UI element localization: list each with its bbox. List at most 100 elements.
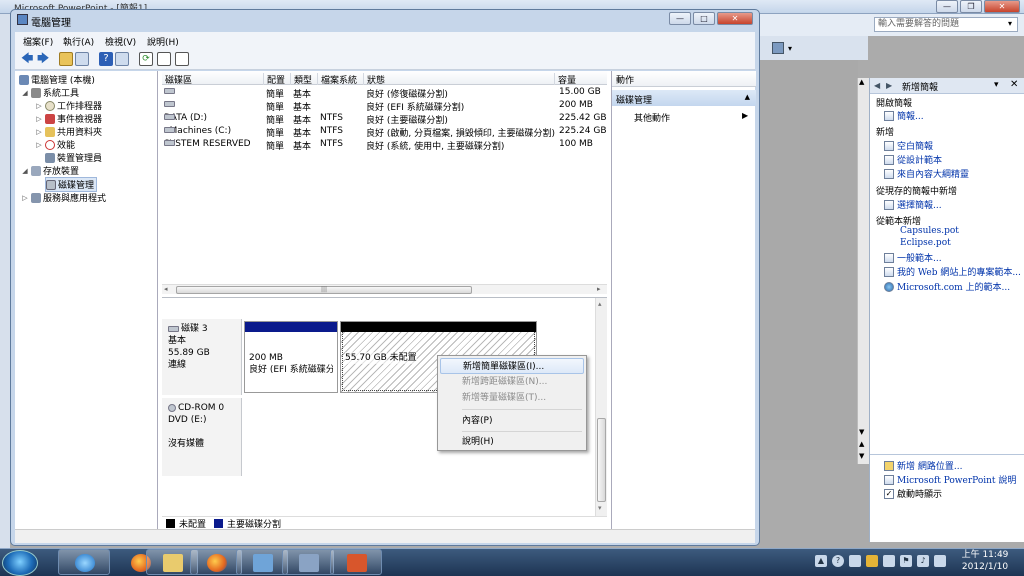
table-row[interactable]: DATA (D:) 簡單 基本 NTFS 良好 (主要磁碟分割) 225.42 GB — [162, 112, 607, 126]
tray-volume-icon[interactable]: ♪ — [917, 555, 929, 567]
link-help[interactable]: Microsoft PowerPoint 說明 — [884, 473, 1016, 486]
actions-section-disk-management[interactable]: 磁碟管理 ▲ — [612, 90, 756, 106]
scrollbar-thumb[interactable] — [597, 418, 606, 502]
tree-item-performance[interactable]: ▷ 效能 — [35, 138, 75, 151]
page-down-icon[interactable]: ▼ — [859, 452, 864, 460]
column-header-status[interactable]: 狀態 — [363, 73, 385, 86]
taskbar-internet-explorer[interactable] — [58, 549, 110, 575]
menu-file[interactable]: 檔案(F) — [23, 35, 53, 48]
table-row[interactable]: eMachines (C:) 簡單 基本 NTFS 良好 (啟動, 分頁檔案, 損毀傾印… — [162, 125, 607, 139]
scroll-down-icon[interactable]: ▼ — [859, 428, 864, 436]
tree-item-storage[interactable]: ◢ 存放裝置 — [21, 164, 79, 177]
expanded-icon[interactable]: ◢ — [21, 89, 29, 97]
tray-flag-icon[interactable]: ⚑ — [900, 555, 912, 567]
cdrom-label[interactable]: CD-ROM 0 DVD (E:) 沒有媒體 — [162, 398, 242, 476]
tree-item-device-manager[interactable]: 裝置管理員 — [45, 151, 102, 164]
close-icon[interactable]: ✕ — [984, 0, 1020, 13]
tray-network-icon[interactable] — [883, 555, 895, 567]
link-blank[interactable]: 空白簡報 — [884, 139, 933, 152]
more-actions[interactable]: 其他動作 — [634, 111, 670, 124]
link-eclipse[interactable]: Eclipse.pot — [900, 238, 951, 248]
task-pane-menu-icon[interactable]: ▾ — [994, 80, 999, 90]
tray-app-icon[interactable] — [849, 555, 861, 567]
tray-power-icon[interactable] — [934, 555, 946, 567]
tray-notification-icon[interactable] — [866, 555, 878, 567]
scrollbar-thumb[interactable]: ||| — [176, 286, 472, 294]
task-pane-close-icon[interactable]: ✕ — [1010, 79, 1018, 90]
scroll-down-icon[interactable]: ▾ — [598, 504, 602, 512]
page-up-icon[interactable]: ▲ — [859, 440, 864, 448]
column-header-type[interactable]: 類型 — [290, 73, 312, 86]
taskbar-control-panel[interactable] — [236, 549, 288, 575]
show-at-startup[interactable]: ✓ 啟動時顯示 — [884, 487, 942, 500]
checkbox-checked-icon[interactable]: ✓ — [884, 488, 894, 499]
collapsed-icon[interactable]: ▷ — [35, 128, 43, 136]
collapse-icon[interactable]: ▲ — [745, 93, 750, 101]
volume-list-horizontal-scrollbar[interactable]: ◂ ||| ▸ — [162, 284, 607, 294]
forward-arrow-icon[interactable]: 🡆 — [37, 52, 51, 66]
link-add-network[interactable]: 新增 網路位置... — [884, 459, 962, 472]
refresh-icon[interactable]: ⟳ — [139, 52, 153, 66]
taskbar-computer-management[interactable] — [282, 549, 334, 575]
tray-show-hidden-icon[interactable]: ▲ — [815, 555, 827, 567]
expanded-icon[interactable]: ◢ — [21, 167, 29, 175]
menu-item-new-simple-volume[interactable]: 新增簡單磁碟區(I)... — [440, 358, 584, 374]
scroll-right-icon[interactable]: ▸ — [597, 285, 601, 293]
link-choose[interactable]: 選擇簡報... — [884, 198, 942, 211]
collapsed-icon[interactable]: ▷ — [35, 141, 43, 149]
help-icon[interactable]: ? — [99, 52, 113, 66]
up-folder-icon[interactable] — [59, 52, 73, 66]
link-web-templates[interactable]: 我的 Web 網站上的專案範本... — [884, 265, 1021, 278]
tray-help-icon[interactable]: ? — [832, 555, 844, 567]
link-general-templates[interactable]: 一般範本... — [884, 251, 942, 264]
column-header-capacity[interactable]: 容量 — [554, 73, 576, 86]
tree-item-task-scheduler[interactable]: ▷ 工作排程器 — [35, 99, 102, 112]
table-row[interactable]: 簡單 基本 良好 (EFI 系統磁碟分割) 200 MB — [162, 99, 607, 113]
menu-item-new-striped-volume[interactable]: 新增等量磁碟區(T)... — [438, 390, 586, 406]
tree-item-event-viewer[interactable]: ▷ 事件檢視器 — [35, 112, 102, 125]
tree-item-system-tools[interactable]: ◢ 系統工具 — [21, 86, 79, 99]
partition-efi[interactable]: 200 MB 良好 (EFI 系統磁碟分 — [244, 321, 338, 393]
toolbar-icon[interactable] — [772, 42, 784, 54]
scroll-up-icon[interactable]: ▴ — [598, 300, 602, 308]
column-header-filesystem[interactable]: 檔案系統 — [317, 73, 357, 86]
scroll-left-icon[interactable]: ◂ — [164, 285, 168, 293]
column-header-layout[interactable]: 配置 — [263, 73, 285, 86]
table-row[interactable]: SYSTEM RESERVED 簡單 基本 NTFS 良好 (系統, 使用中, 主要磁碟… — [162, 138, 607, 152]
tree-item-disk-management[interactable]: 磁碟管理 — [45, 177, 98, 192]
restore-icon[interactable]: ❐ — [960, 0, 982, 13]
back-icon[interactable]: ◀ — [874, 81, 880, 90]
help-dropdown-icon[interactable]: ▾ — [1008, 19, 1012, 28]
forward-icon[interactable]: ▶ — [886, 81, 892, 90]
chevron-down-icon[interactable]: ▾ — [788, 44, 792, 53]
menu-view[interactable]: 檢視(V) — [105, 35, 136, 48]
menu-help[interactable]: 說明(H) — [147, 35, 179, 48]
minimize-icon[interactable]: — — [669, 12, 691, 25]
taskbar-powerpoint[interactable] — [330, 549, 382, 575]
powerpoint-vertical-scrollbar[interactable]: ▲ ▼ ▲ ▼ — [857, 78, 869, 464]
view-icon[interactable] — [115, 52, 129, 66]
start-button-icon[interactable] — [2, 550, 38, 576]
link-ms-templates[interactable]: Microsoft.com 上的範本... — [884, 280, 1010, 293]
disk-view-vertical-scrollbar[interactable]: ▴ ▾ — [595, 298, 607, 516]
back-arrow-icon[interactable]: 🡄 — [21, 52, 35, 66]
column-header-volume[interactable]: 磁碟區 — [162, 73, 192, 86]
minimize-icon[interactable]: — — [936, 0, 958, 13]
tree-item-shared-folders[interactable]: ▷ 共用資料夾 — [35, 125, 102, 138]
collapsed-icon[interactable]: ▷ — [35, 115, 43, 123]
disk3-label[interactable]: 磁碟 3 基本 55.89 GB 連線 — [162, 319, 242, 395]
menu-item-help[interactable]: 說明(H) — [438, 434, 586, 450]
clock[interactable]: 上午 11:49 2012/1/10 — [950, 549, 1020, 573]
properties-icon[interactable] — [157, 52, 171, 66]
help-search-input[interactable]: 輸入需要解答的問題 — [874, 17, 1018, 32]
close-icon[interactable]: ✕ — [717, 12, 753, 25]
collapsed-icon[interactable]: ▷ — [35, 102, 43, 110]
menu-item-properties[interactable]: 內容(P) — [438, 413, 586, 429]
collapsed-icon[interactable]: ▷ — [21, 194, 29, 202]
link-from-design[interactable]: 從設計範本 — [884, 153, 942, 166]
table-row[interactable]: 簡單 基本 良好 (修復磁碟分割) 15.00 GB — [162, 86, 607, 100]
link-open-presentations[interactable]: 簡報... — [884, 109, 924, 122]
link-autocontent[interactable]: 來自內容大綱精靈 — [884, 167, 969, 180]
scroll-up-icon[interactable]: ▲ — [859, 78, 864, 86]
tree-item-root[interactable]: 電腦管理 (本機) — [19, 73, 95, 86]
